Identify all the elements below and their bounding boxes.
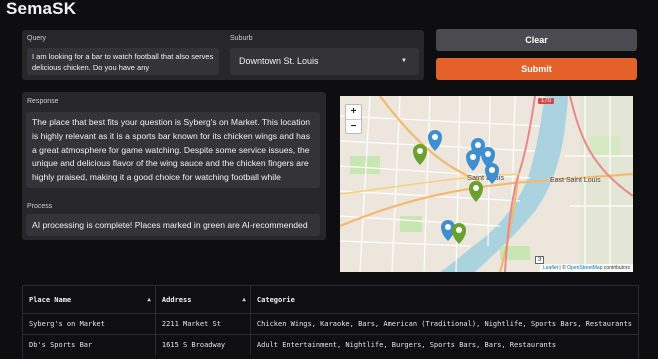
column-header-address[interactable]: Address ▲ <box>155 286 251 314</box>
leaflet-link[interactable]: Leaflet <box>543 265 558 271</box>
sort-icon[interactable]: ▲ <box>242 296 246 303</box>
chevron-down-icon: ▼ <box>401 58 407 64</box>
osm-link[interactable]: OpenStreetMap <box>567 265 602 271</box>
column-header-categorie[interactable]: Categorie <box>250 286 638 314</box>
map-marker-blue[interactable] <box>466 150 480 171</box>
cell-place-name: Syberg's on Market <box>23 313 156 335</box>
results-table: Place Name ▲ Address ▲ Categorie Syberg'… <box>23 286 638 355</box>
map[interactable]: 170 3 Saint Louis East Saint Louis + − L… <box>340 96 633 272</box>
map-marker-green[interactable] <box>452 223 466 244</box>
cell-address: 2211 Market St <box>155 313 251 335</box>
query-input[interactable]: I am looking for a bar to watch football… <box>27 48 219 75</box>
query-panel: Query I am looking for a bar to watch fo… <box>22 30 424 80</box>
results-table-container: Place Name ▲ Address ▲ Categorie Syberg'… <box>22 285 639 359</box>
map-marker-blue[interactable] <box>428 130 442 151</box>
map-marker-blue[interactable] <box>485 163 499 184</box>
sort-icon[interactable]: ▲ <box>147 296 151 303</box>
process-label: Process <box>27 203 53 210</box>
response-panel: Response The place that best fits your q… <box>22 92 326 240</box>
response-textarea[interactable]: The place that best fits your question i… <box>26 112 320 188</box>
cell-categorie: Adult Entertainment, Nightlife, Burgers,… <box>250 334 638 355</box>
map-marker-green[interactable] <box>469 181 483 202</box>
map-markers <box>413 130 499 244</box>
clear-button[interactable]: Clear <box>436 29 637 51</box>
process-textbox: AI processing is complete! Places marked… <box>26 214 320 236</box>
table-row[interactable]: Syberg's on Market 2211 Market St Chicke… <box>23 313 638 335</box>
map-attribution: Leaflet | © OpenStreetMap contributors <box>540 264 633 272</box>
cell-address: 1615 S Broadway <box>155 334 251 355</box>
query-label: Query <box>27 35 47 42</box>
app-title: SemaSK <box>6 0 77 18</box>
table-header-row: Place Name ▲ Address ▲ Categorie <box>23 286 638 314</box>
column-header-place-name[interactable]: Place Name ▲ <box>23 286 156 314</box>
cell-categorie: Chicken Wings, Karaoke, Bars, American (… <box>250 313 638 335</box>
suburb-select[interactable]: Downtown St. Louis ▼ <box>230 48 419 75</box>
cell-place-name: Db's Sports Bar <box>23 334 156 355</box>
response-label: Response <box>27 98 59 105</box>
suburb-selected-value: Downtown St. Louis <box>239 56 319 66</box>
submit-button[interactable]: Submit <box>436 58 637 80</box>
suburb-label: Suburb <box>230 35 253 42</box>
table-row[interactable]: Db's Sports Bar 1615 S Broadway Adult En… <box>23 334 638 355</box>
attribution-tail: contributors <box>602 265 630 271</box>
attribution-separator: | © <box>558 265 568 271</box>
map-marker-green[interactable] <box>413 144 427 165</box>
